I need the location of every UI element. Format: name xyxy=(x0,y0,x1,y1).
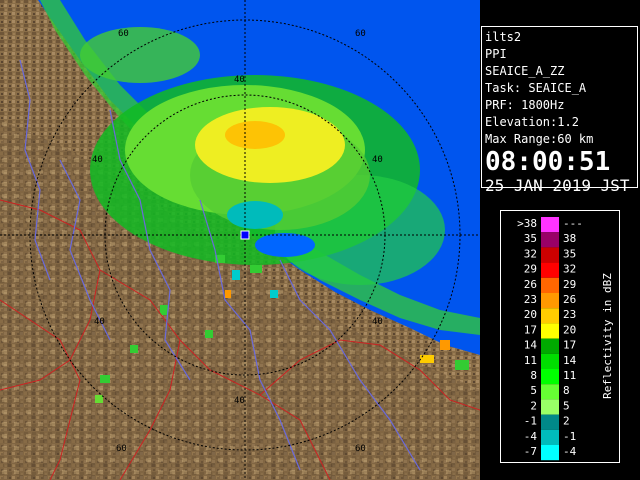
legend-swatch xyxy=(541,429,559,445)
echo-core-orange xyxy=(225,121,285,149)
legend-low-value: 32 xyxy=(524,247,537,260)
legend-high-value: 38 xyxy=(563,232,576,245)
legend-swatch xyxy=(541,353,559,369)
legend-swatch xyxy=(541,338,559,354)
range-label: 40 xyxy=(234,75,245,85)
range-label: 40 xyxy=(234,396,245,406)
legend-low-value: 11 xyxy=(524,354,537,367)
range-label: 60 xyxy=(118,29,129,39)
legend-swatch xyxy=(541,217,559,233)
task-name: Task: SEAICE_A xyxy=(485,81,587,95)
legend-swatch xyxy=(541,323,559,339)
scan-mode: PPI xyxy=(485,47,507,61)
legend-swatch xyxy=(541,445,559,461)
legend-low-value: 35 xyxy=(524,232,537,245)
legend-low-value: 5 xyxy=(530,384,537,397)
legend-low-value: 2 xyxy=(530,399,537,412)
scan-time: 08:00:51 xyxy=(485,147,611,177)
range-label: 40 xyxy=(372,155,383,165)
legend-low-value: 8 xyxy=(530,369,537,382)
product-name: ilts2 xyxy=(485,30,522,44)
legend-swatch xyxy=(541,384,559,400)
legend-low-value: 17 xyxy=(524,323,537,336)
legend-swatch xyxy=(541,247,559,263)
legend-high-value: 11 xyxy=(563,369,576,382)
prf-value: PRF: 1800Hz xyxy=(485,98,565,112)
echo-arm xyxy=(80,27,200,83)
radar-ppi-map: 60 40 40 60 40 40 40 60 60 40 xyxy=(0,0,480,480)
legend-high-value: 23 xyxy=(563,308,576,321)
range-label: 60 xyxy=(355,444,366,454)
legend-swatch xyxy=(541,308,559,324)
max-range-value: Max Range:60 km xyxy=(485,132,594,146)
legend-graphic: >38 --- 35 38 32 35 29 32 26 29 23 26 20 23 17 20 14 17 11… xyxy=(517,217,614,461)
echo-weak-cyan xyxy=(227,201,283,229)
legend-high-value: --- xyxy=(563,217,583,230)
legend-high-value: 29 xyxy=(563,278,576,291)
legend-low-value: >38 xyxy=(517,217,537,230)
elevation-value: Elevation:1.2 xyxy=(485,115,579,129)
range-label: 60 xyxy=(355,29,366,39)
legend-high-value: 17 xyxy=(563,339,576,352)
legend-high-value: -4 xyxy=(563,445,577,458)
legend-high-value: 32 xyxy=(563,263,576,276)
range-label: 40 xyxy=(372,317,383,327)
echo-weak-blue xyxy=(255,233,315,257)
radar-site-marker xyxy=(240,230,250,240)
scan-info-panel: ilts2 PPI SEAICE_A_ZZ Task: SEAICE_A PRF… xyxy=(481,26,638,195)
range-label: 40 xyxy=(92,155,103,165)
legend-title: Reflectivity in dBZ xyxy=(601,273,614,399)
legend-low-value: 20 xyxy=(524,308,537,321)
range-label: 60 xyxy=(116,444,127,454)
legend-swatch xyxy=(541,399,559,415)
legend-low-value: -1 xyxy=(524,415,537,428)
legend-high-value: -1 xyxy=(563,430,576,443)
legend-swatch xyxy=(541,262,559,278)
legend-high-value: 2 xyxy=(563,415,570,428)
scan-name: SEAICE_A_ZZ xyxy=(485,64,565,78)
legend-low-value: 23 xyxy=(524,293,537,306)
legend-high-value: 35 xyxy=(563,247,576,260)
legend-swatch xyxy=(541,369,559,385)
scan-date: 25 JAN 2019 JST xyxy=(485,176,630,195)
legend-high-value: 5 xyxy=(563,399,570,412)
color-legend: >38 --- 35 38 32 35 29 32 26 29 23 26 20 23 17 20 14 17 11… xyxy=(500,210,620,463)
range-label: 40 xyxy=(94,317,105,327)
legend-swatch xyxy=(541,232,559,248)
legend-high-value: 20 xyxy=(563,323,576,336)
legend-swatch xyxy=(541,293,559,309)
legend-low-value: 29 xyxy=(524,263,537,276)
legend-low-value: -7 xyxy=(524,445,537,458)
legend-high-value: 14 xyxy=(563,354,577,367)
legend-high-value: 8 xyxy=(563,384,570,397)
legend-low-value: 26 xyxy=(524,278,537,291)
legend-swatch xyxy=(541,414,559,430)
legend-low-value: -4 xyxy=(524,430,538,443)
legend-high-value: 26 xyxy=(563,293,576,306)
legend-low-value: 14 xyxy=(524,339,538,352)
legend-swatch xyxy=(541,277,559,293)
